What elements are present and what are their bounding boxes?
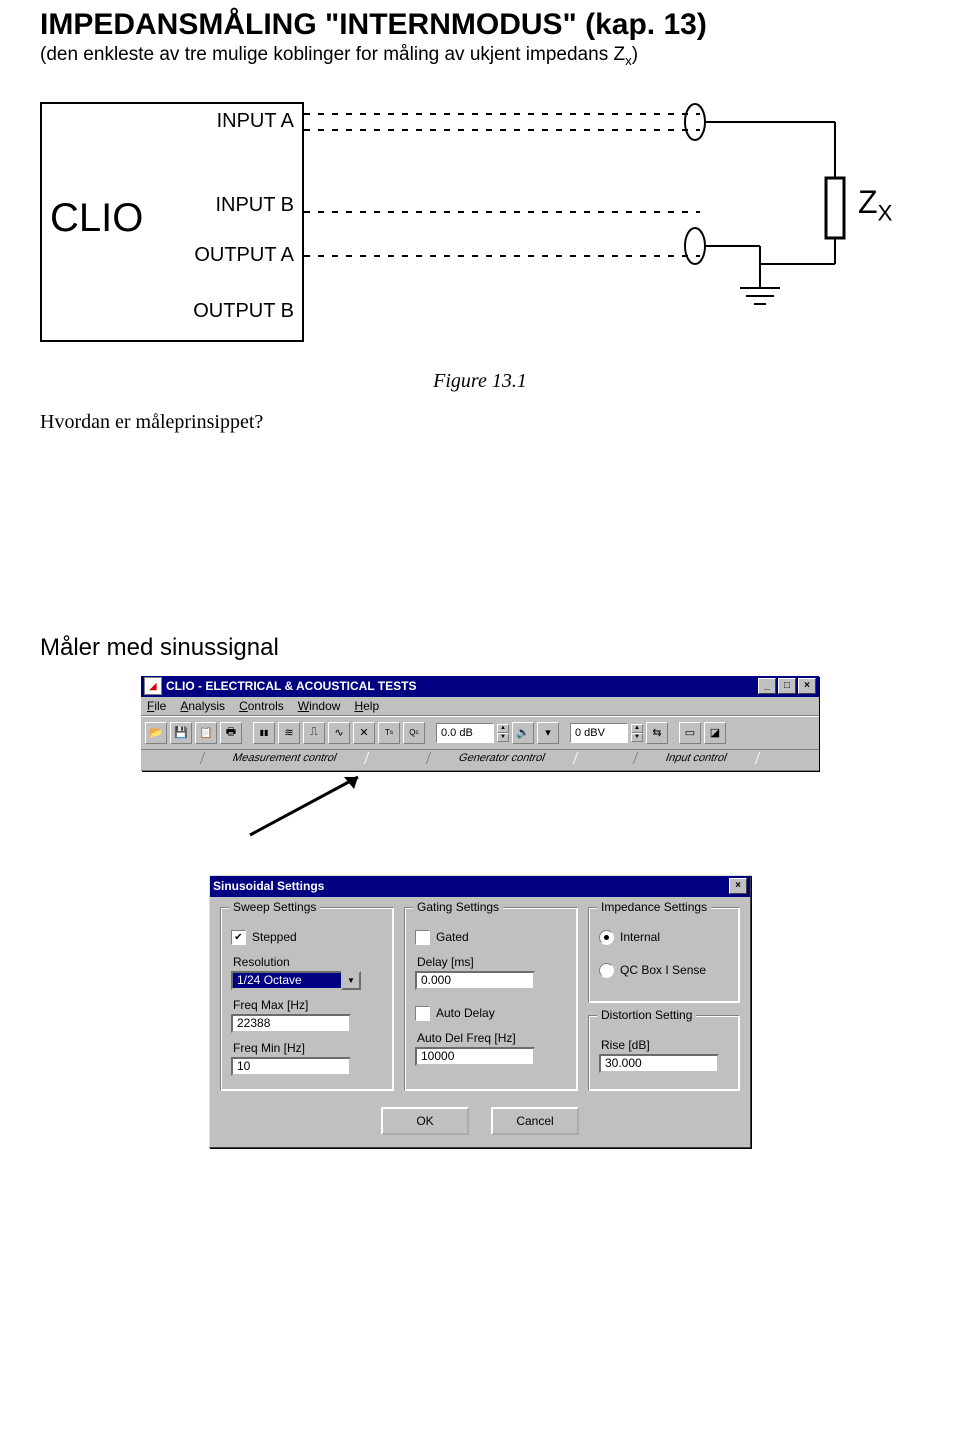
- print-icon[interactable]: 🖶: [220, 722, 242, 744]
- auto-delay-label: Auto Delay: [436, 1006, 495, 1020]
- mls-icon[interactable]: ▮▮: [253, 722, 275, 744]
- link-icon[interactable]: ⇆: [646, 722, 668, 744]
- delay-input[interactable]: 0.000: [415, 971, 535, 990]
- internal-label: Internal: [620, 930, 660, 944]
- control-labels-row: Measurement control Generator control In…: [141, 750, 819, 771]
- cancel-button[interactable]: Cancel: [491, 1107, 579, 1135]
- freq-max-label: Freq Max [Hz]: [233, 998, 383, 1012]
- internal-radio[interactable]: [599, 930, 614, 945]
- distortion-group-title: Distortion Setting: [597, 1008, 696, 1022]
- rise-input[interactable]: 30.000: [599, 1054, 719, 1073]
- qcbox-label: QC Box I Sense: [620, 963, 706, 977]
- fft-icon[interactable]: ≋: [278, 722, 300, 744]
- open-icon[interactable]: 📂: [145, 722, 167, 744]
- db-spinner[interactable]: ▲▼: [497, 724, 509, 742]
- subtitle-tail: ): [632, 44, 638, 65]
- page-title: IMPEDANSMÅLING "INTERNMODUS" (kap. 13): [40, 8, 920, 42]
- menu-window[interactable]: Window: [298, 699, 341, 713]
- subtitle-subscript: x: [625, 53, 632, 68]
- figure-caption: Figure 13.1: [40, 370, 920, 393]
- scope-icon[interactable]: ✕: [353, 722, 375, 744]
- gating-group-title: Gating Settings: [413, 900, 503, 914]
- subtitle-text: (den enkleste av tre mulige koblinger fo…: [40, 44, 625, 65]
- page-subtitle: (den enkleste av tre mulige koblinger fo…: [40, 44, 920, 68]
- menu-file[interactable]: File: [147, 699, 166, 713]
- load-label: ZX: [858, 184, 892, 226]
- resolution-label: Resolution: [233, 955, 383, 969]
- resolution-value: 1/24 Octave: [231, 971, 341, 990]
- app-title: CLIO - ELECTRICAL & ACOUSTICAL TESTS: [166, 679, 416, 693]
- distortion-setting-group: Distortion Setting Rise [dB] 30.000: [588, 1015, 740, 1091]
- speaker-icon[interactable]: 🔈: [512, 722, 534, 744]
- gated-checkbox[interactable]: [415, 930, 430, 945]
- wiring-svg: [40, 88, 910, 358]
- load-z: Z: [858, 184, 878, 220]
- gating-settings-group: Gating Settings Gated Delay [ms] 0.000 A…: [404, 907, 578, 1091]
- menu-controls[interactable]: Controls: [239, 699, 284, 713]
- autoscale-icon[interactable]: ▭: [679, 722, 701, 744]
- freq-min-input[interactable]: 10: [231, 1057, 351, 1076]
- auto-del-freq-label: Auto Del Freq [Hz]: [417, 1031, 567, 1045]
- pointer-arrow-icon: [240, 773, 400, 843]
- dialog-titlebar: Sinusoidal Settings ×: [210, 876, 750, 897]
- ok-button[interactable]: OK: [381, 1107, 469, 1135]
- close-button[interactable]: ×: [798, 678, 816, 694]
- auto-del-freq-input[interactable]: 10000: [415, 1047, 535, 1066]
- freq-max-input[interactable]: 22388: [231, 1014, 351, 1033]
- gated-label: Gated: [436, 930, 469, 944]
- clio-app-window: ◢ CLIO - ELECTRICAL & ACOUSTICAL TESTS _…: [141, 676, 819, 771]
- section-2-heading: Måler med sinussignal: [40, 634, 920, 662]
- resolution-combo[interactable]: 1/24 Octave ▼: [231, 971, 383, 990]
- question-text: Hvordan er måleprinsippet?: [40, 411, 920, 434]
- impedance-group-title: Impedance Settings: [597, 900, 711, 914]
- dbv-spinner[interactable]: ▲▼: [631, 724, 643, 742]
- freq-min-label: Freq Min [Hz]: [233, 1041, 383, 1055]
- dialog-title: Sinusoidal Settings: [213, 879, 324, 893]
- menu-analysis[interactable]: Analysis: [180, 699, 225, 713]
- dialog-close-button[interactable]: ×: [729, 878, 747, 894]
- app-toolbar: 📂 💾 📋 🖶 ▮▮ ≋ ⎍ ∿ ✕ Ts Qc 0.0 dB ▲▼ 🔈 ▾ 0…: [141, 716, 819, 750]
- app-titlebar: ◢ CLIO - ELECTRICAL & ACOUSTICAL TESTS _…: [141, 676, 819, 697]
- qcbox-radio[interactable]: [599, 963, 614, 978]
- save-icon[interactable]: 💾: [170, 722, 192, 744]
- sine-icon[interactable]: ∿: [328, 722, 350, 744]
- impedance-settings-group: Impedance Settings Internal QC Box I Sen…: [588, 907, 740, 1003]
- maximize-button[interactable]: □: [778, 678, 796, 694]
- wave-icon[interactable]: ⎍: [303, 722, 325, 744]
- measurement-ctrl-label: Measurement control: [200, 752, 370, 764]
- input-ctrl-label: Input control: [633, 752, 760, 764]
- sweep-group-title: Sweep Settings: [229, 900, 320, 914]
- copy-icon[interactable]: 📋: [195, 722, 217, 744]
- diagram: CLIO INPUT A INPUT B OUTPUT A OUTPUT B: [40, 88, 910, 358]
- stepped-label: Stepped: [252, 930, 297, 944]
- sweep-settings-group: Sweep Settings ✔ Stepped Resolution 1/24…: [220, 907, 394, 1091]
- delay-label: Delay [ms]: [417, 955, 567, 969]
- app-icon: ◢: [144, 677, 162, 695]
- sinusoidal-settings-dialog: Sinusoidal Settings × Sweep Settings ✔ S…: [209, 875, 751, 1148]
- stepped-checkbox[interactable]: ✔: [231, 930, 246, 945]
- chevron-down-icon[interactable]: ▼: [341, 971, 361, 990]
- dbv-field[interactable]: 0 dBV: [570, 723, 628, 743]
- generator-ctrl-label: Generator control: [425, 752, 577, 764]
- auto-delay-checkbox[interactable]: [415, 1006, 430, 1021]
- rise-label: Rise [dB]: [601, 1038, 729, 1052]
- ts-icon[interactable]: Ts: [378, 722, 400, 744]
- app-menubar: File Analysis Controls Window Help: [141, 697, 819, 716]
- load-sub: X: [878, 200, 893, 225]
- minimize-button[interactable]: _: [758, 678, 776, 694]
- menu-help[interactable]: Help: [354, 699, 379, 713]
- db-field[interactable]: 0.0 dB: [436, 723, 494, 743]
- dropdown-gen-icon[interactable]: ▾: [537, 722, 559, 744]
- qc-icon[interactable]: Qc: [403, 722, 425, 744]
- misc-icon[interactable]: ◪: [704, 722, 726, 744]
